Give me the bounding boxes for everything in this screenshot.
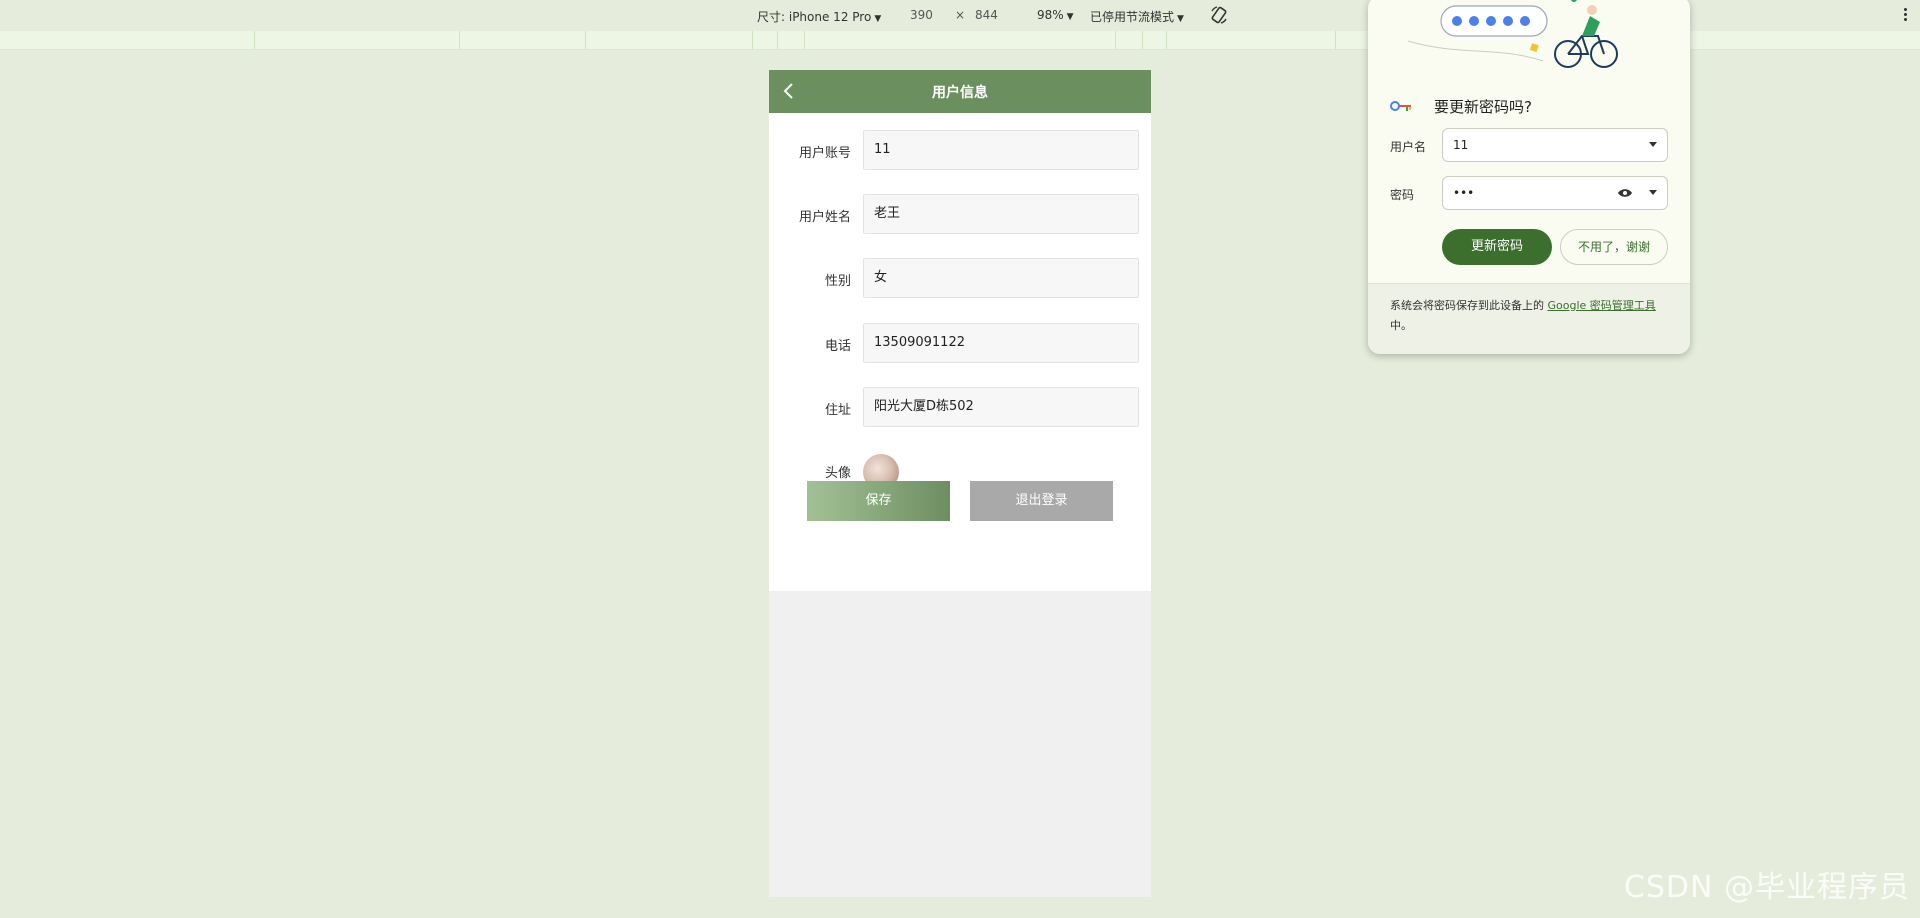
name-input[interactable]: 老王 xyxy=(863,194,1139,234)
password-update-popup: 要更新密码吗? 用户名 11 密码 ••• 更新密码 不用了，谢谢 系统会将密码… xyxy=(1368,0,1690,354)
phone-viewport: 用户信息 用户账号 11 用户姓名 老王 性别 女 电话 13509091122… xyxy=(769,70,1151,897)
chevron-down-icon[interactable] xyxy=(1649,190,1657,195)
footer-text: 系统会将密码保存到此设备上的 Google 密码管理工具中。 xyxy=(1390,296,1674,336)
chevron-down-icon: ▼ xyxy=(874,14,882,24)
field-label: 性别 xyxy=(824,274,851,289)
zoom-selector[interactable]: 98% ▼ xyxy=(1037,8,1074,22)
more-options-icon[interactable] xyxy=(1902,6,1908,24)
field-account: 用户账号 11 xyxy=(769,130,1151,172)
field-label: 电话 xyxy=(824,339,851,354)
field-name: 用户姓名 老王 xyxy=(769,194,1151,236)
password-label: 密码 xyxy=(1390,188,1415,202)
username-label: 用户名 xyxy=(1390,140,1427,154)
gender-input[interactable]: 女 xyxy=(863,258,1139,298)
user-info-form: 用户账号 11 用户姓名 老王 性别 女 电话 13509091122 住址 阳… xyxy=(769,113,1151,591)
phone-input[interactable]: 13509091122 xyxy=(863,323,1139,363)
address-input[interactable]: 阳光大厦D栋502 xyxy=(863,387,1139,427)
field-label: 住址 xyxy=(824,403,851,418)
device-label: 尺寸: iPhone 12 Pro xyxy=(757,10,872,24)
field-phone: 电话 13509091122 xyxy=(769,323,1151,365)
height-field[interactable]: 844 xyxy=(975,8,998,22)
rotate-icon[interactable] xyxy=(1209,5,1229,25)
username-select[interactable]: 11 xyxy=(1442,128,1668,162)
popup-title: 要更新密码吗? xyxy=(1434,98,1532,116)
password-illustration xyxy=(1407,0,1618,68)
username-value: 11 xyxy=(1453,138,1469,152)
update-password-button[interactable]: 更新密码 xyxy=(1442,229,1552,265)
no-thanks-button[interactable]: 不用了，谢谢 xyxy=(1560,229,1668,265)
password-manager-link[interactable]: Google 密码管理工具 xyxy=(1548,299,1656,312)
account-input[interactable]: 11 xyxy=(863,130,1139,170)
zoom-label: 98% xyxy=(1037,8,1064,22)
footer-prefix: 系统会将密码保存到此设备上的 xyxy=(1390,299,1544,312)
width-field[interactable]: 390 xyxy=(910,8,933,22)
field-label: 用户姓名 xyxy=(798,210,851,225)
field-label: 用户账号 xyxy=(798,146,851,161)
password-value: ••• xyxy=(1453,186,1475,200)
chevron-down-icon: ▼ xyxy=(1177,14,1184,24)
watermark: CSDN @毕业程序员 xyxy=(1623,870,1910,905)
app-header: 用户信息 xyxy=(769,70,1151,113)
page-title: 用户信息 xyxy=(932,85,988,101)
save-button[interactable]: 保存 xyxy=(807,481,950,521)
logout-button[interactable]: 退出登录 xyxy=(970,481,1113,521)
chevron-down-icon xyxy=(1649,142,1657,147)
footer-suffix: 中。 xyxy=(1390,319,1412,332)
device-selector[interactable]: 尺寸: iPhone 12 Pro ▼ xyxy=(757,8,881,25)
field-label: 头像 xyxy=(824,466,851,481)
key-icon xyxy=(1390,101,1411,111)
field-gender: 性别 女 xyxy=(769,258,1151,300)
throttle-selector[interactable]: 已停用节流模式 ▼ xyxy=(1090,8,1184,25)
dimension-separator: × xyxy=(955,8,966,22)
popup-footer: 系统会将密码保存到此设备上的 Google 密码管理工具中。 xyxy=(1368,283,1690,354)
chevron-down-icon: ▼ xyxy=(1066,12,1074,22)
eye-icon[interactable] xyxy=(1617,188,1633,198)
password-field[interactable]: ••• xyxy=(1442,176,1668,210)
field-address: 住址 阳光大厦D栋502 xyxy=(769,387,1151,429)
throttle-label: 已停用节流模式 xyxy=(1090,10,1175,24)
